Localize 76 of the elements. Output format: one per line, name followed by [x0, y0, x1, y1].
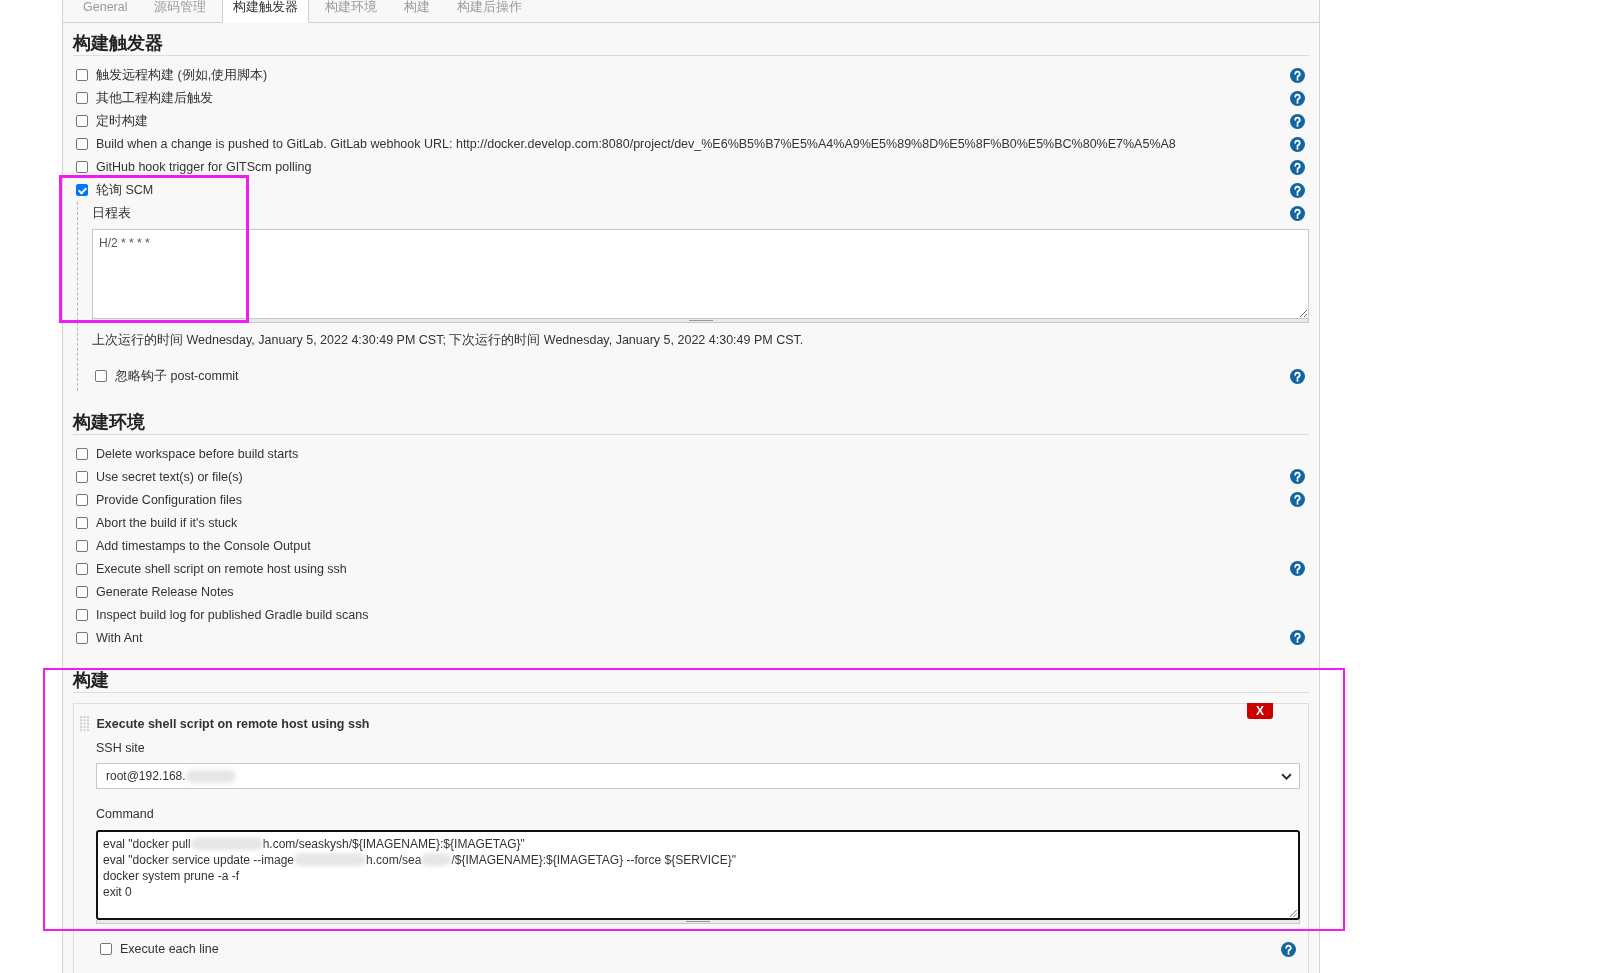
checkbox-label: Add timestamps to the Console Output [96, 537, 311, 555]
ssh-site-select[interactable]: root@192.168. [96, 763, 1300, 789]
help-icon[interactable] [1290, 561, 1305, 576]
command-text: /${IMAGENAME}:${IMAGETAG} --force ${SERVICE}" [451, 852, 736, 867]
resize-handle[interactable] [92, 318, 1309, 323]
command-text: eval "docker pull [103, 836, 191, 851]
checkbox-label: Use secret text(s) or file(s) [96, 468, 243, 486]
checkbox-label: GitHub hook trigger for GITScm polling [96, 159, 312, 176]
checkbox[interactable] [76, 69, 88, 81]
help-icon[interactable] [1290, 182, 1305, 198]
checkbox-label: Generate Release Notes [96, 583, 234, 601]
help-icon[interactable] [1290, 205, 1305, 221]
field-label: Command [96, 805, 155, 823]
checkbox-label: Execute shell script on remote host using ssh [96, 560, 347, 578]
checkbox[interactable] [95, 370, 107, 382]
checkbox[interactable] [76, 161, 88, 173]
checkbox[interactable] [76, 138, 88, 150]
help-icon[interactable] [1290, 159, 1305, 175]
checkbox-label: 忽略钩子 post-commit [115, 368, 239, 385]
checkbox-label: Abort the build if it's stuck [96, 514, 238, 532]
select-value: root@192.168. [106, 769, 186, 783]
delete-button[interactable]: X [1247, 703, 1273, 719]
redaction-blur [185, 769, 236, 783]
checkbox-label: Delete workspace before build starts [96, 445, 299, 463]
checkbox-label: Execute each line [120, 941, 219, 958]
run-info-text: 上次运行的时间 Wednesday, January 5, 2022 4:30:49 PM CST; 下次运行的时间 Wednesday, January 5, 2022 4:30:49 PM CST. [92, 331, 805, 349]
checkbox[interactable] [76, 92, 88, 104]
help-icon[interactable] [1290, 492, 1305, 507]
command-text: docker system prune -a -f [103, 868, 240, 883]
command-text: eval "docker service update --image [103, 852, 294, 867]
checkbox[interactable] [76, 516, 88, 529]
checkbox-label: 轮询 SCM [96, 182, 154, 199]
checkbox-label: Build when a change is pushed to GitLab. GitLab webhook URL: http://docker.develop.com:8080/project/dev_%E6%B5%B7%E5%A4%A9%E5%89%8D%E5%8F%B0%E5%BC%80%E7%A5%A8 [96, 136, 1176, 153]
field-label: SSH site [96, 740, 146, 757]
section-heading: 构建触发器 [73, 23, 1309, 56]
help-icon[interactable] [1290, 469, 1305, 484]
schedule-field[interactable]: H/2 * * * * [92, 228, 1309, 319]
section-heading: 构建 [73, 660, 1309, 693]
checkbox[interactable] [76, 608, 88, 621]
command-text: h.com/seaskysh/${IMAGENAME}:${IMAGETAG}" [262, 836, 525, 851]
help-icon[interactable] [1281, 941, 1296, 957]
chevron-down-icon[interactable] [1281, 772, 1292, 780]
help-icon[interactable] [1290, 136, 1305, 152]
checkbox-label: Inspect build log for published Gradle build scans [96, 606, 369, 624]
checkbox[interactable] [76, 585, 88, 598]
checkbox-label: 触发远程构建 (例如,使用脚本) [96, 67, 268, 84]
command-field[interactable]: eval "docker pull h.com/seaskysh/${IMAGENAME}:${IMAGETAG}" eval "docker service update --image h.com/sea /${IMAGENAME}:${IMAGETAG} --force ${SERVICE}" docker system prune -a -f exit 0 [96, 829, 1300, 920]
checkbox[interactable] [76, 470, 88, 483]
checkbox-label: 其他工程构建后触发 [96, 90, 213, 107]
checkbox[interactable] [100, 943, 112, 955]
redaction-blur [421, 853, 452, 866]
checkbox-label: With Ant [96, 629, 143, 647]
checkbox[interactable] [76, 447, 88, 460]
section-heading: 构建环境 [73, 401, 1309, 435]
help-icon[interactable] [1290, 90, 1305, 106]
help-icon[interactable] [1290, 368, 1305, 384]
checkbox[interactable] [76, 115, 88, 127]
tab[interactable]: 构建触发器 [222, 0, 310, 23]
checkbox[interactable] [76, 493, 88, 506]
help-icon[interactable] [1290, 113, 1305, 129]
step-title: Execute shell script on remote host using ssh [96, 717, 370, 731]
checkbox[interactable] [76, 184, 88, 196]
help-icon[interactable] [1290, 630, 1305, 645]
resize-grip-icon[interactable] [1288, 907, 1297, 917]
command-text: exit 0 [103, 884, 132, 899]
field-label: 日程表 [92, 205, 131, 222]
drag-handle-icon[interactable] [80, 716, 90, 732]
redaction-blur [294, 853, 366, 866]
help-icon[interactable] [1290, 67, 1305, 83]
checkbox[interactable] [76, 539, 88, 552]
checkbox[interactable] [76, 562, 88, 575]
checkbox-label: Provide Configuration files [96, 491, 242, 509]
command-text: h.com/sea [366, 852, 422, 867]
checkbox[interactable] [76, 631, 88, 644]
resize-handle[interactable] [96, 919, 1300, 924]
checkbox-label: 定时构建 [96, 113, 148, 130]
